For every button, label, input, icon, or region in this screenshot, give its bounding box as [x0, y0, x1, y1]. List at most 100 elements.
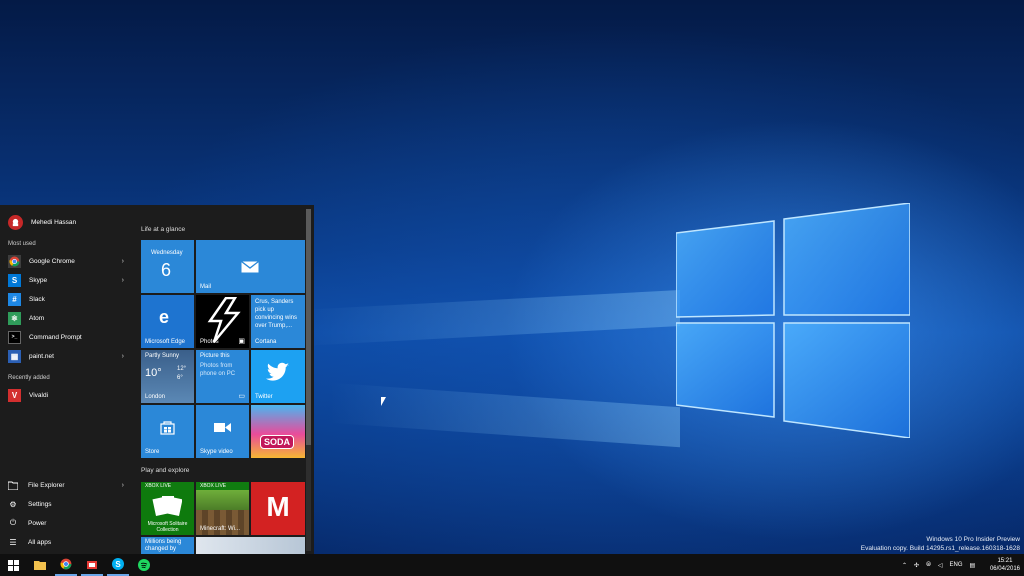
- scrollbar-thumb[interactable]: [306, 209, 311, 445]
- power-icon: ⏻: [9, 518, 17, 527]
- all-apps-icon: ☰: [9, 537, 17, 547]
- tile-microsoft-edge[interactable]: e Microsoft Edge: [141, 295, 194, 348]
- app-command-prompt[interactable]: >_ Command Prompt: [8, 329, 126, 345]
- phone-subtitle: Photos from phone on PC: [200, 363, 236, 377]
- tile-minecraft[interactable]: XBOX LIVE Minecraft: Wi...: [196, 482, 249, 535]
- tile-solitaire[interactable]: XBOX LIVE Microsoft Solitaire Collection: [141, 482, 194, 535]
- playing-cards-icon: [152, 496, 182, 517]
- tile-photos[interactable]: Photos ▣: [196, 295, 249, 348]
- start-button[interactable]: [1, 554, 25, 576]
- system-tray: ⌃ ✣ ⦾ ◁ ENG ▤: [902, 554, 975, 576]
- weather-temp: 10°: [145, 367, 162, 379]
- build-watermark: Windows 10 Pro Insider Preview Evaluatio…: [861, 535, 1020, 553]
- app-skype[interactable]: S Skype ›: [8, 272, 126, 288]
- taskbar-skype[interactable]: S: [107, 554, 129, 576]
- xbox-live-banner: XBOX LIVE: [196, 482, 249, 490]
- network-icon[interactable]: ✣: [914, 562, 919, 569]
- gear-icon: ⚙: [9, 499, 17, 509]
- twitter-bird-icon: [266, 362, 289, 381]
- tile-store[interactable]: Store: [141, 405, 194, 458]
- tile-phone-companion[interactable]: Picture this Photos from phone on PC ▭: [196, 350, 249, 403]
- action-center-icon[interactable]: ▤: [970, 562, 976, 569]
- taskbar: S ⌃ ✣ ⦾ ◁ ENG ▤ 15:21 06/04/2016: [0, 554, 1024, 576]
- user-name: Mehedi Hassan: [31, 219, 77, 226]
- taskbar-clock[interactable]: 15:21 06/04/2016: [990, 557, 1020, 573]
- start-scrollbar[interactable]: [306, 209, 311, 551]
- car-icon: ▭: [238, 393, 245, 400]
- app-label: Atom: [29, 314, 45, 322]
- calendar-date: 6: [161, 260, 172, 280]
- power-button[interactable]: ⏻ Power: [8, 515, 126, 531]
- user-account[interactable]: Mehedi Hassan: [8, 215, 76, 230]
- power-label: Power: [28, 519, 47, 527]
- spotify-icon: [138, 559, 150, 571]
- store-bag-icon: [160, 421, 175, 435]
- file-explorer-button[interactable]: File Explorer ›: [8, 477, 126, 493]
- language-indicator[interactable]: ENG: [950, 562, 963, 568]
- cortana-headline: Crus, Sanders pick up convincing wins ov…: [255, 299, 298, 329]
- wifi-icon[interactable]: ⦾: [926, 562, 931, 569]
- app-atom[interactable]: ⚛ Atom: [8, 310, 126, 326]
- tile-skype-video[interactable]: Skype video: [196, 405, 249, 458]
- light-beam: [300, 290, 680, 346]
- weather-low: 6°: [177, 375, 183, 381]
- video-camera-icon: [214, 423, 231, 432]
- volume-icon[interactable]: ◁: [938, 562, 943, 569]
- tile-mail[interactable]: Mail: [196, 240, 305, 293]
- tile-label: London: [145, 394, 166, 400]
- group-play-and-explore: Play and explore: [141, 467, 190, 474]
- chevron-right-icon[interactable]: ›: [122, 482, 124, 489]
- vivaldi-icon: V: [8, 388, 21, 402]
- tile-calendar[interactable]: Wednesday 6: [141, 240, 194, 293]
- settings-button[interactable]: ⚙ Settings: [8, 496, 126, 512]
- tile-candy-crush-soda[interactable]: SODA: [251, 405, 305, 458]
- mail-icon: [241, 261, 259, 273]
- tile-weather[interactable]: Partly Sunny 10° 12° 6° London: [141, 350, 194, 403]
- tile-label: Store: [145, 449, 160, 455]
- recently-added-heading: Recently added: [8, 375, 50, 381]
- taskbar-chrome[interactable]: [55, 554, 77, 576]
- image-icon: ▣: [238, 338, 245, 345]
- clock-time: 15:21: [997, 558, 1013, 564]
- app-google-chrome[interactable]: Google Chrome ›: [8, 253, 126, 269]
- folder-icon: [34, 561, 46, 570]
- atom-icon: ⚛: [8, 311, 21, 325]
- chevron-up-icon[interactable]: ⌃: [902, 562, 907, 569]
- tile-label: Minecraft: Wi...: [200, 526, 241, 532]
- xbox-live-banner: XBOX LIVE: [141, 482, 194, 490]
- most-used-heading: Most used: [8, 241, 36, 247]
- chevron-right-icon[interactable]: ›: [122, 258, 124, 265]
- tile-cortana[interactable]: Crus, Sanders pick up convincing wins ov…: [251, 295, 305, 348]
- phone-title: Picture this: [200, 353, 230, 359]
- windows-start-icon: [7, 559, 19, 571]
- skype-icon: S: [112, 558, 124, 570]
- mouse-cursor-icon: [381, 397, 386, 406]
- avatar: [8, 215, 23, 230]
- file-explorer-label: File Explorer: [28, 481, 65, 489]
- app-vivaldi[interactable]: V Vivaldi: [8, 387, 126, 403]
- m-logo: M: [266, 491, 290, 522]
- command-prompt-icon: >_: [8, 330, 21, 344]
- taskbar-spotify[interactable]: [133, 554, 155, 576]
- tile-label: Twitter: [255, 394, 273, 400]
- tile-twitter[interactable]: Twitter: [251, 350, 305, 403]
- folder-icon: [8, 480, 18, 490]
- windows-logo-art: [676, 203, 910, 438]
- chevron-right-icon[interactable]: ›: [122, 277, 124, 284]
- tile-label: Photos: [200, 339, 219, 345]
- chrome-icon: [8, 254, 21, 268]
- watermark-build: Evaluation copy. Build 14295.rs1_release…: [860, 545, 1020, 552]
- app-paintnet[interactable]: ▦ paint.net ›: [8, 348, 126, 364]
- store-bag-icon: [87, 561, 97, 569]
- light-beam: [330, 382, 680, 448]
- all-apps-button[interactable]: ☰ All apps: [8, 534, 126, 550]
- tile-m-news[interactable]: M: [251, 482, 305, 535]
- taskbar-store[interactable]: [81, 554, 103, 576]
- taskbar-file-explorer[interactable]: [29, 554, 51, 576]
- tile-news-image-partial[interactable]: [196, 537, 305, 554]
- paintnet-icon: ▦: [8, 349, 21, 363]
- chevron-right-icon[interactable]: ›: [122, 353, 124, 360]
- tile-news-partial[interactable]: Millions being changed by: [141, 537, 194, 554]
- app-slack[interactable]: # Slack: [8, 291, 126, 307]
- settings-label: Settings: [28, 500, 52, 508]
